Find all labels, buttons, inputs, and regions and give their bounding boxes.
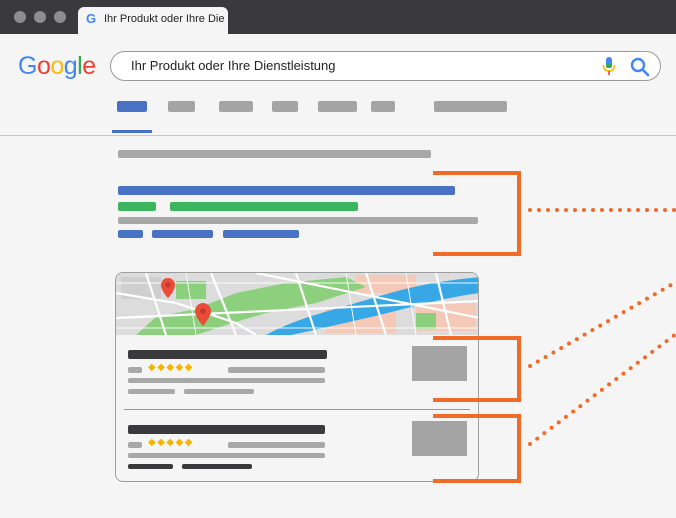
sitelink-placeholder[interactable]	[152, 230, 213, 238]
mic-icon[interactable]	[601, 56, 617, 76]
local-result-1-rating-placeholder	[128, 367, 142, 373]
result-ad-badge-placeholder	[118, 202, 156, 211]
tab-placeholder[interactable]	[318, 101, 357, 112]
logo-letter: g	[63, 52, 78, 80]
google-favicon-icon: G	[86, 11, 97, 26]
local-result-1-stars: ◆◆◆◆◆	[148, 362, 194, 373]
local-result-1-hours-placeholder	[128, 389, 175, 394]
highlight-bracket-ad	[433, 171, 521, 256]
active-tab-indicator	[112, 130, 152, 133]
sitelink-placeholder[interactable]	[118, 230, 143, 238]
minimize-window-button[interactable]	[34, 11, 46, 23]
local-result-1-title-placeholder[interactable]	[128, 350, 327, 359]
browser-titlebar: G Ihr Produkt oder Ihre Dienstleistung	[0, 0, 676, 34]
local-result-2-hours-placeholder	[128, 464, 173, 469]
result-stats-placeholder	[118, 150, 431, 158]
sitelink-placeholder[interactable]	[223, 230, 299, 238]
logo-letter: o	[36, 52, 51, 80]
local-result-2-address-placeholder	[128, 453, 325, 458]
local-result-1-address-placeholder	[128, 378, 325, 383]
map-thumbnail[interactable]	[116, 273, 479, 335]
logo-letter: e	[82, 52, 96, 80]
result-url-placeholder[interactable]	[170, 202, 358, 211]
maximize-window-button[interactable]	[54, 11, 66, 23]
search-box[interactable]: Ihr Produkt oder Ihre Dienstleistung	[110, 51, 661, 81]
search-input[interactable]: Ihr Produkt oder Ihre Dienstleistung	[131, 58, 336, 73]
local-result-1-phone-placeholder	[184, 389, 254, 394]
header-divider	[0, 135, 676, 136]
tab-placeholder[interactable]	[168, 101, 195, 112]
local-pack-card: ◆◆◆◆◆ ◆◆◆◆◆	[115, 272, 479, 482]
tab-tools[interactable]	[434, 101, 507, 112]
result-snippet-placeholder	[118, 217, 478, 224]
local-result-2-meta-placeholder	[228, 442, 325, 448]
local-result-2-rating-placeholder	[128, 442, 142, 448]
tab-placeholder[interactable]	[371, 101, 395, 112]
local-result-1-meta-placeholder	[228, 367, 325, 373]
local-result-2-phone-placeholder	[182, 464, 252, 469]
highlight-bracket-local-2	[433, 414, 521, 483]
close-window-button[interactable]	[14, 11, 26, 23]
tab-placeholder[interactable]	[272, 101, 298, 112]
result-title-placeholder[interactable]	[118, 186, 455, 195]
local-results-divider	[124, 409, 470, 410]
logo-letter: o	[50, 52, 64, 80]
tab-title: Ihr Produkt oder Ihre Dienstleistung	[104, 13, 224, 25]
google-logo[interactable]: Google	[18, 52, 96, 81]
logo-letter: G	[18, 52, 37, 80]
tab-placeholder[interactable]	[219, 101, 253, 112]
local-result-2-stars: ◆◆◆◆◆	[148, 437, 194, 448]
search-icon[interactable]	[629, 56, 651, 78]
local-result-2-title-placeholder[interactable]	[128, 425, 325, 434]
browser-window: G Ihr Produkt oder Ihre Dienstleistung G…	[0, 0, 676, 518]
highlight-bracket-local-1	[433, 336, 521, 402]
tab-all[interactable]	[117, 101, 147, 112]
